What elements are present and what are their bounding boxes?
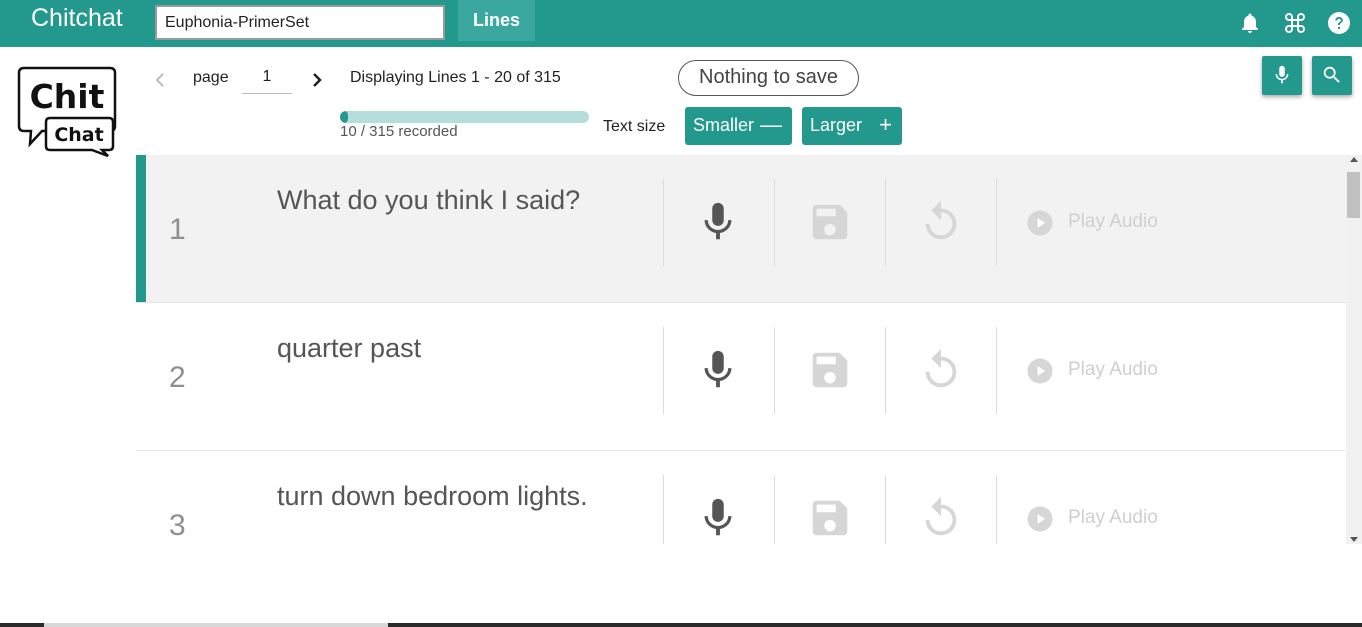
search-icon bbox=[1323, 66, 1340, 83]
record-line-button[interactable] bbox=[695, 347, 741, 393]
save-line-button[interactable] bbox=[807, 495, 853, 541]
microphone-icon bbox=[704, 498, 732, 536]
line-row-2: 2 quarter past Play Audio bbox=[136, 303, 1346, 451]
page-label: page bbox=[193, 69, 229, 86]
larger-text-button[interactable]: Larger + bbox=[802, 107, 902, 145]
lines-list: 1 What do you think I said? Play Audio 2… bbox=[136, 155, 1346, 544]
redo-line-button[interactable] bbox=[918, 347, 964, 393]
save-icon bbox=[812, 204, 848, 240]
command-icon[interactable] bbox=[1283, 11, 1307, 35]
recording-progress-fill bbox=[340, 111, 348, 123]
divider bbox=[885, 475, 886, 544]
microphone-icon bbox=[704, 350, 732, 388]
play-circle-icon bbox=[1027, 506, 1053, 532]
play-audio-label: Play Audio bbox=[1068, 211, 1158, 232]
divider bbox=[885, 327, 886, 414]
divider bbox=[774, 475, 775, 544]
divider bbox=[885, 179, 886, 266]
page-number-input[interactable] bbox=[242, 64, 292, 94]
save-icon bbox=[812, 500, 848, 536]
line-text: turn down bedroom lights. bbox=[277, 481, 588, 511]
play-audio-label: Play Audio bbox=[1068, 359, 1158, 380]
divider bbox=[996, 179, 997, 266]
set-name-input[interactable] bbox=[155, 5, 445, 40]
record-line-button[interactable] bbox=[695, 199, 741, 245]
redo-line-button[interactable] bbox=[918, 199, 964, 245]
divider bbox=[774, 327, 775, 414]
microphone-icon bbox=[704, 202, 732, 240]
redo-line-button[interactable] bbox=[918, 495, 964, 541]
line-row-1: 1 What do you think I said? Play Audio bbox=[136, 155, 1346, 303]
line-number: 2 bbox=[169, 361, 186, 394]
save-line-button[interactable] bbox=[807, 199, 853, 245]
line-text: quarter past bbox=[277, 333, 422, 363]
progress-text: 10 / 315 recorded bbox=[340, 123, 458, 140]
divider bbox=[663, 327, 664, 414]
play-circle-icon bbox=[1027, 358, 1053, 384]
smaller-label: Smaller bbox=[693, 115, 755, 135]
list-scrollbar[interactable] bbox=[1346, 155, 1362, 544]
displaying-lines-text: Displaying Lines 1 - 20 of 315 bbox=[350, 69, 561, 86]
top-bar: Chitchat Lines bbox=[0, 0, 1362, 47]
plus-icon: + bbox=[879, 112, 892, 137]
play-audio-label: Play Audio bbox=[1068, 507, 1158, 528]
restore-icon bbox=[925, 200, 957, 240]
divider bbox=[663, 179, 664, 266]
save-status-badge[interactable]: Nothing to save bbox=[678, 60, 859, 96]
minus-icon: — bbox=[760, 112, 782, 137]
restore-icon bbox=[925, 348, 957, 388]
smaller-text-button[interactable]: Smaller — bbox=[685, 107, 792, 145]
scroll-down-arrow[interactable] bbox=[1350, 537, 1358, 542]
logo-text-chit: Chit bbox=[30, 77, 105, 116]
record-mode-button[interactable] bbox=[1262, 56, 1302, 95]
line-row-3: 3 turn down bedroom lights. Play Audio bbox=[136, 451, 1346, 544]
scroll-thumb[interactable] bbox=[1347, 172, 1360, 218]
next-page-button[interactable] bbox=[309, 70, 325, 90]
app-title: Chitchat bbox=[31, 4, 123, 32]
play-circle-icon bbox=[1027, 210, 1053, 236]
logo-text-chat: Chat bbox=[54, 124, 103, 146]
divider bbox=[996, 327, 997, 414]
previous-page-button[interactable] bbox=[152, 70, 168, 90]
microphone-icon bbox=[1275, 65, 1289, 84]
help-icon[interactable] bbox=[1327, 11, 1351, 35]
scroll-up-arrow[interactable] bbox=[1350, 157, 1358, 162]
divider bbox=[774, 179, 775, 266]
active-row-indicator bbox=[136, 155, 146, 302]
recording-progress-bar bbox=[340, 111, 589, 123]
line-text: What do you think I said? bbox=[277, 185, 581, 215]
search-button[interactable] bbox=[1312, 56, 1352, 95]
line-number: 1 bbox=[169, 213, 186, 246]
line-number: 3 bbox=[169, 509, 186, 542]
taskbar-strip bbox=[0, 623, 1362, 627]
record-line-button[interactable] bbox=[695, 495, 741, 541]
taskbar-segment bbox=[44, 623, 388, 627]
restore-icon bbox=[925, 496, 957, 536]
larger-label: Larger bbox=[810, 115, 863, 135]
divider bbox=[996, 475, 997, 544]
bell-icon[interactable] bbox=[1238, 11, 1262, 35]
text-size-label: Text size bbox=[603, 118, 666, 135]
divider bbox=[663, 475, 664, 544]
save-line-button[interactable] bbox=[807, 347, 853, 393]
chitchat-logo: Chit Chat bbox=[16, 66, 118, 158]
tab-lines[interactable]: Lines bbox=[458, 0, 535, 41]
save-icon bbox=[812, 352, 848, 388]
